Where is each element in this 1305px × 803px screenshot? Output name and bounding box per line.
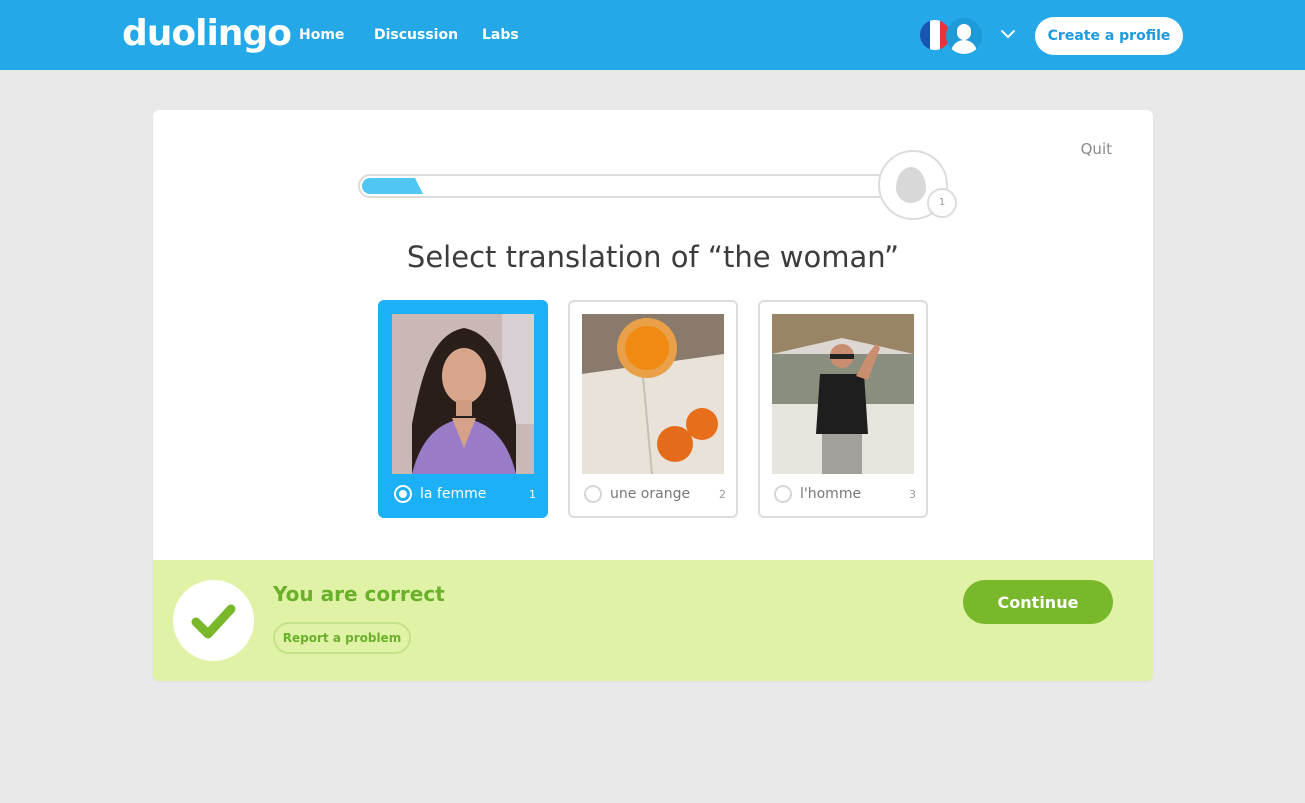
duolingo-logo[interactable]: duolingo: [122, 12, 292, 56]
exercise-prompt: Select translation of “the woman”: [406, 240, 900, 274]
nav-labs[interactable]: Labs: [482, 0, 519, 70]
choice-label: l'homme: [800, 486, 862, 502]
check-circle: [173, 580, 254, 661]
create-profile-button[interactable]: Create a profile: [1035, 17, 1183, 55]
top-navigation-bar: duolingo Home Discussion Labs Create a p…: [0, 0, 1305, 70]
lesson-card: Quit 1 Select translation of “the woman”…: [153, 110, 1153, 681]
continue-button[interactable]: Continue: [963, 580, 1113, 624]
report-problem-button[interactable]: Report a problem: [273, 622, 411, 654]
chevron-down-icon[interactable]: [1000, 26, 1016, 42]
user-avatar-icon[interactable]: [946, 18, 982, 54]
choice-shortcut: 1: [529, 488, 536, 501]
choice-label: une orange: [610, 486, 691, 502]
correct-feedback-banner: You are correct Report a problem Continu…: [153, 560, 1153, 681]
nav-home[interactable]: Home: [299, 0, 344, 70]
checkmark-icon: [191, 604, 236, 639]
nav-discussion[interactable]: Discussion: [374, 0, 458, 70]
radio-l-homme[interactable]: [774, 485, 792, 503]
quit-link[interactable]: Quit: [1081, 140, 1112, 158]
choice-une-orange[interactable]: une orange 2: [568, 300, 738, 518]
choice-label: la femme: [420, 486, 487, 502]
radio-la-femme[interactable]: [394, 485, 412, 503]
choice-shortcut: 3: [909, 488, 916, 501]
progress-fill: [362, 178, 423, 194]
choice-la-femme[interactable]: la femme 1: [378, 300, 548, 518]
woman-photo: [392, 314, 534, 474]
orange-photo: [582, 314, 724, 474]
man-photo: [772, 314, 914, 474]
feedback-message: You are correct: [273, 582, 445, 606]
radio-une-orange[interactable]: [584, 485, 602, 503]
reward-count-badge: 1: [927, 188, 957, 218]
choice-l-homme[interactable]: l'homme 3: [758, 300, 928, 518]
lesson-progress-bar: [358, 174, 898, 198]
egg-icon: [896, 167, 926, 203]
choice-shortcut: 2: [719, 488, 726, 501]
